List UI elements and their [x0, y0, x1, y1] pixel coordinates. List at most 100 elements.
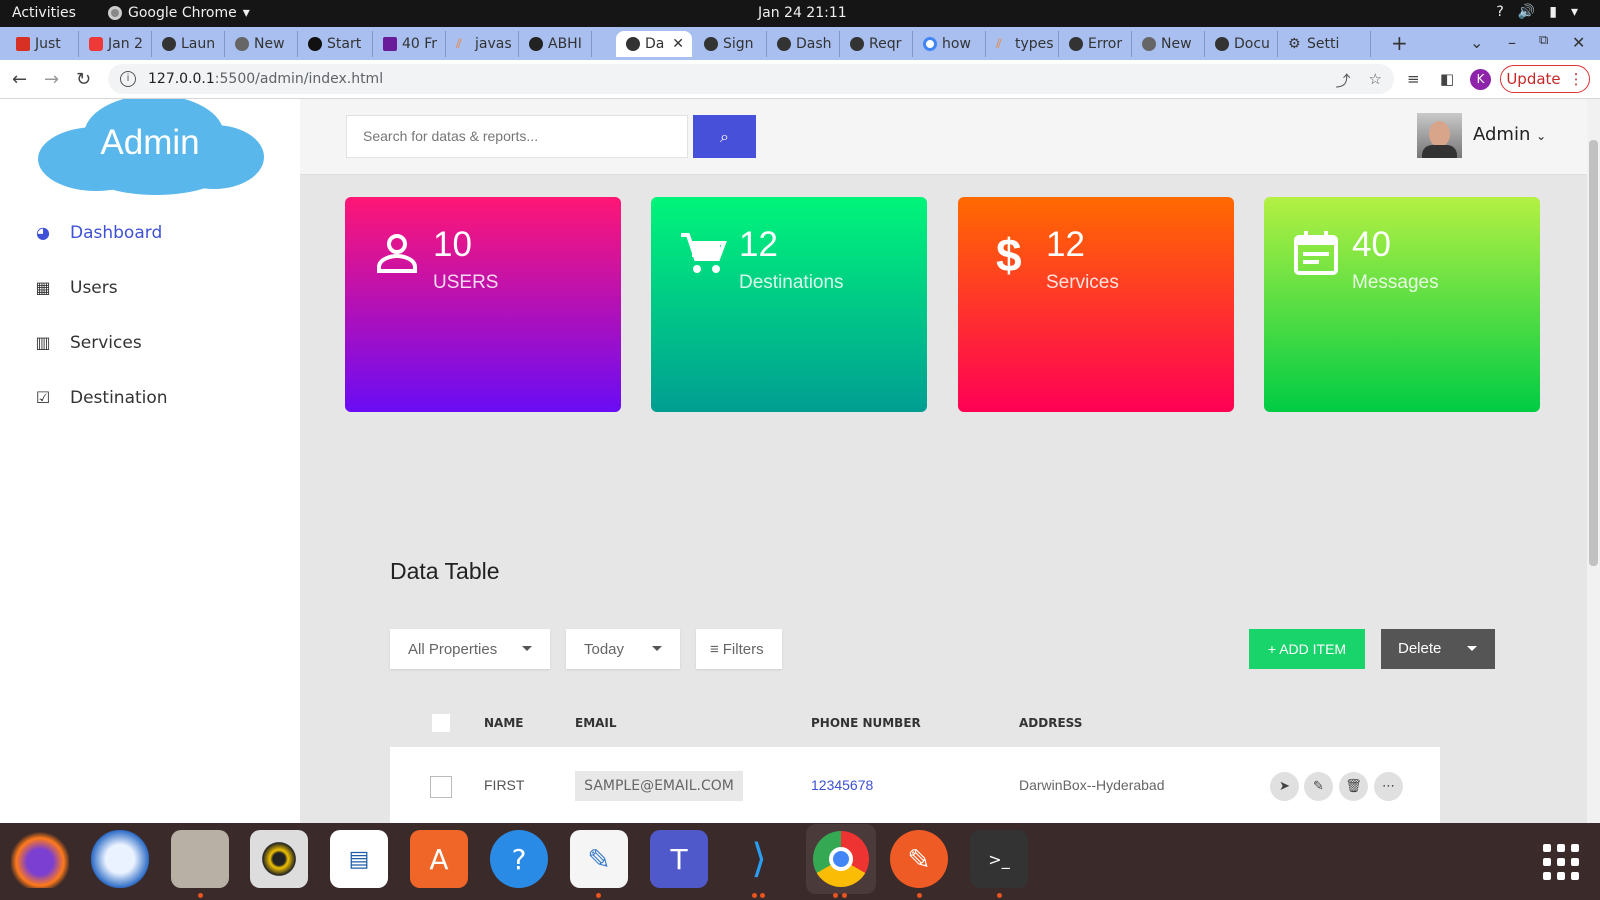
side-panel-icon[interactable]: ◧ [1440, 70, 1454, 88]
column-header-email[interactable]: EMAIL [575, 716, 617, 730]
new-tab-button[interactable]: + [1391, 31, 1408, 55]
thunderbird-icon[interactable] [91, 830, 149, 888]
software-center-icon[interactable]: A [410, 830, 468, 888]
filters-button[interactable]: ≡ Filters [696, 629, 782, 669]
column-header-address[interactable]: ADDRESS [1019, 716, 1082, 730]
property-filter-dropdown[interactable]: All Properties [390, 629, 550, 669]
minimize-button[interactable]: – [1508, 33, 1516, 52]
browser-tab[interactable]: ABHI [519, 31, 592, 57]
sidebar-item-dashboard[interactable]: ◕ Dashboard [34, 223, 162, 243]
sidebar-item-services[interactable]: ▥ Services [34, 333, 141, 353]
logo-text: Admin [100, 123, 200, 162]
user-icon [377, 234, 417, 273]
chrome-icon [235, 37, 249, 51]
search-input[interactable]: Search for datas & reports... [346, 115, 688, 158]
delete-label: Delete [1398, 640, 1442, 657]
cell-phone[interactable]: 12345678 [811, 777, 873, 793]
cart-icon [681, 233, 727, 273]
stat-card-services[interactable]: $ 12 Services [958, 197, 1234, 412]
vscode-icon[interactable]: ⟩ [730, 830, 788, 888]
avatar[interactable] [1417, 113, 1462, 158]
filters-label: Filters [722, 640, 764, 658]
user-menu[interactable]: Admin ⌄ [1473, 124, 1546, 145]
globe-icon [850, 37, 864, 51]
chevron-down-icon: ▾ [242, 5, 250, 21]
search-button[interactable]: ⌕ [693, 115, 756, 158]
browser-tab[interactable]: Reqr [840, 31, 913, 57]
sidebar-item-users[interactable]: ▦ Users [34, 278, 117, 298]
teams-icon[interactable]: T [650, 830, 708, 888]
profile-avatar[interactable]: K [1470, 69, 1491, 90]
text-editor-icon[interactable]: ✎ [570, 830, 628, 888]
row-checkbox[interactable] [430, 776, 452, 798]
bookmark-star-icon[interactable]: ☆ [1369, 70, 1382, 91]
column-header-name[interactable]: NAME [484, 716, 523, 730]
volume-icon: 🔊 [1517, 4, 1536, 20]
update-button[interactable]: Update ⋮ [1500, 65, 1590, 93]
close-window-button[interactable]: ✕ [1572, 33, 1585, 52]
files-icon[interactable] [171, 830, 229, 888]
stat-card-destinations[interactable]: 12 Destinations [651, 197, 927, 412]
browser-tab[interactable]: Docu [1205, 31, 1278, 57]
browser-tab[interactable]: Laun [152, 31, 225, 57]
chrome-icon [108, 6, 122, 20]
chrome-dock-item[interactable] [806, 824, 876, 894]
browser-tab[interactable]: ⫽ types [986, 31, 1059, 57]
rhythmbox-icon[interactable] [250, 830, 308, 888]
firefox-icon[interactable] [11, 830, 69, 888]
browser-tab-active[interactable]: Da ✕ [616, 31, 692, 57]
select-all-checkbox[interactable] [432, 714, 450, 732]
table-row: FIRST SAMPLE@EMAIL.COM 12345678 DarwinBo… [390, 747, 1440, 823]
postman-icon[interactable]: ✎ [890, 830, 948, 888]
edit-icon[interactable]: ✎ [1304, 772, 1333, 801]
date-filter-dropdown[interactable]: Today [566, 629, 680, 669]
help-icon[interactable]: ? [490, 830, 548, 888]
terminal-icon[interactable]: >_ [970, 830, 1028, 888]
browser-tab[interactable]: ⚙ Setti [1278, 31, 1371, 57]
filter-icon: ≡ [710, 640, 719, 658]
add-item-button[interactable]: + ADD ITEM [1249, 629, 1365, 669]
running-indicator [917, 893, 922, 898]
browser-tab[interactable]: Dash [767, 31, 840, 57]
close-tab-icon[interactable]: ✕ [672, 36, 684, 52]
more-icon[interactable]: ⋯ [1374, 772, 1403, 801]
browser-tab[interactable]: 40 Fr [373, 31, 446, 57]
sidebar-item-destination[interactable]: ☑ Destination [34, 388, 168, 408]
url-input[interactable]: i 127.0.0.1:5500/admin/index.html ⤴ ☆ [108, 64, 1394, 94]
site-info-icon[interactable]: i [120, 71, 136, 87]
app-grid-icon[interactable] [1543, 844, 1579, 880]
reload-button[interactable]: ↻ [76, 69, 91, 90]
browser-tab[interactable]: Error [1059, 31, 1132, 57]
back-button[interactable]: ← [12, 69, 27, 90]
running-indicator [842, 893, 847, 898]
browser-tab[interactable]: New [1132, 31, 1205, 57]
browser-tab[interactable]: Start [298, 31, 373, 57]
stat-card-users[interactable]: 10 USERS [345, 197, 621, 412]
browser-tab[interactable]: how [913, 31, 986, 57]
sidebar-item-label: Destination [70, 388, 168, 408]
cell-name: FIRST [484, 777, 525, 793]
system-tray[interactable]: ? 🔊 ▮ ▾ [1496, 4, 1578, 20]
scrollbar-thumb[interactable] [1589, 140, 1598, 566]
activities-button[interactable]: Activities [12, 5, 76, 21]
browser-tab[interactable]: ⫽ javas [446, 31, 519, 57]
github-icon [529, 37, 543, 51]
browser-tab[interactable]: Just [6, 31, 79, 57]
column-header-phone[interactable]: PHONE NUMBER [811, 716, 921, 730]
writer-icon[interactable]: ▤ [330, 830, 388, 888]
restore-button[interactable]: ⧉ [1539, 33, 1548, 48]
share-icon[interactable]: ⤴ [1336, 70, 1351, 91]
forward-button[interactable]: → [44, 69, 59, 90]
browser-tab[interactable]: New [225, 31, 298, 57]
clock[interactable]: Jan 24 21:11 [758, 5, 847, 21]
browser-tab[interactable]: Jan 2 [79, 31, 152, 57]
send-icon[interactable]: ➤ [1270, 772, 1299, 801]
app-menu[interactable]: Google Chrome ▾ [108, 5, 250, 21]
browser-tab[interactable]: Sign [694, 31, 767, 57]
delete-icon[interactable]: 🗑 [1339, 772, 1368, 801]
delete-dropdown-button[interactable]: Delete [1381, 629, 1495, 669]
reading-list-icon[interactable]: ≡ [1407, 70, 1420, 88]
globe-icon [704, 37, 718, 51]
stat-card-messages[interactable]: 40 Messages [1264, 197, 1540, 412]
tab-search-button[interactable]: ⌄ [1470, 33, 1483, 52]
